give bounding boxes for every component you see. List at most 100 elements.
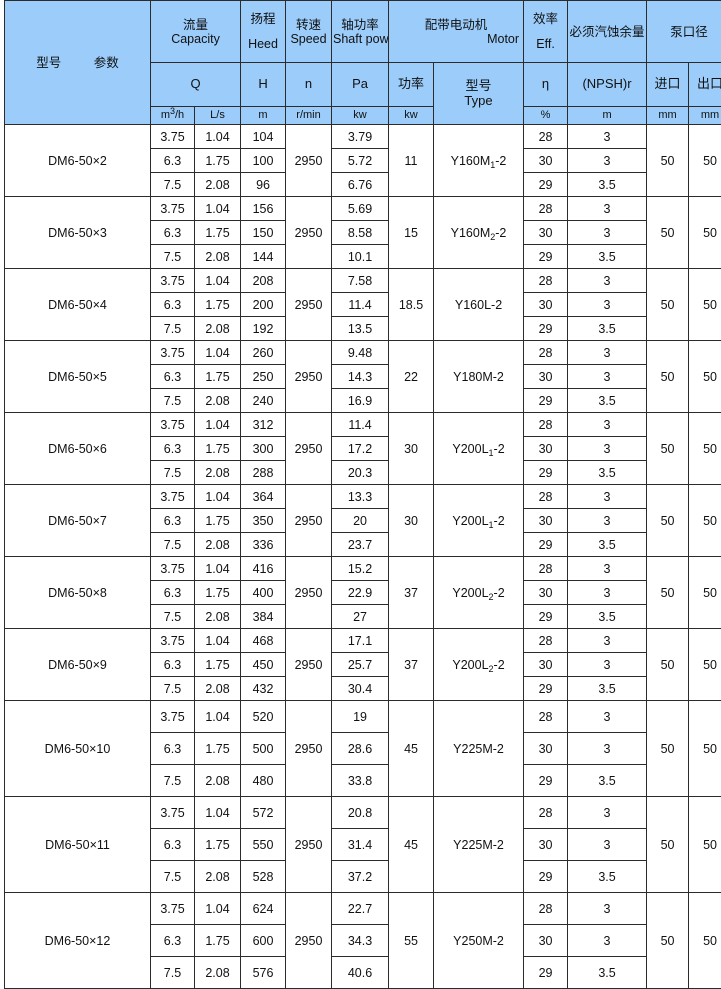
header-symbol-motor-type: 型号 Type [434,63,524,125]
cell-head: 312 [241,413,286,437]
cell-shaft-power: 28.6 [332,733,389,765]
table-row: DM6-50×33.751.0415629505.6915Y160M2-2283… [5,197,721,221]
cell-shaft-power: 37.2 [332,861,389,893]
cell-npsh: 3 [568,557,647,581]
cell-npsh: 3 [568,629,647,653]
cell-capacity-ls: 1.75 [195,829,241,861]
cell-capacity-m3h: 6.3 [151,733,195,765]
cell-efficiency: 29 [524,461,568,485]
pump-specification-table: 型号 参数 流量 Capacity 扬程 Heed [4,0,721,989]
cell-npsh: 3.5 [568,957,647,989]
header-group-speed-en: Speed [287,32,330,46]
cell-capacity-m3h: 7.5 [151,957,195,989]
cell-capacity-ls: 1.75 [195,365,241,389]
cell-head: 550 [241,829,286,861]
header-group-capacity-cn: 流量 [152,18,239,32]
cell-efficiency: 30 [524,365,568,389]
cell-npsh: 3.5 [568,765,647,797]
cell-motor-power: 30 [389,485,434,557]
table-body: DM6-50×23.751.0410429503.7911Y160M1-2283… [5,125,721,989]
cell-shaft-power: 9.48 [332,341,389,365]
header-group-npsh-cn: 必须汽蚀余量 [570,25,645,39]
cell-npsh: 3 [568,581,647,605]
cell-capacity-ls: 2.08 [195,677,241,701]
cell-efficiency: 28 [524,125,568,149]
header-group-shaft-power-en: Shaft power [333,32,387,46]
cell-npsh: 3 [568,925,647,957]
cell-head: 156 [241,197,286,221]
cell-head: 572 [241,797,286,829]
cell-shaft-power: 8.58 [332,221,389,245]
header-symbol-motor-type-cn: 型号 [435,79,522,94]
cell-npsh: 3 [568,829,647,861]
cell-efficiency: 29 [524,677,568,701]
cell-shaft-power: 14.3 [332,365,389,389]
cell-shaft-power: 11.4 [332,293,389,317]
cell-model: DM6-50×10 [5,701,151,797]
cell-capacity-ls: 2.08 [195,245,241,269]
header-symbol-eta: η [524,63,568,107]
header-group-motor-cn: 配带电动机 [390,18,522,32]
cell-efficiency: 30 [524,653,568,677]
cell-npsh: 3 [568,269,647,293]
cell-npsh: 3 [568,797,647,829]
header-group-speed-cn: 转速 [287,18,330,32]
cell-capacity-m3h: 6.3 [151,925,195,957]
cell-npsh: 3 [568,413,647,437]
cell-npsh: 3 [568,341,647,365]
cell-model: DM6-50×5 [5,341,151,413]
cell-capacity-m3h: 7.5 [151,861,195,893]
cell-efficiency: 30 [524,581,568,605]
cell-capacity-m3h: 7.5 [151,677,195,701]
cell-shaft-power: 25.7 [332,653,389,677]
cell-inlet-bore: 50 [647,557,689,629]
header-symbol-outlet: 出口 [689,63,721,107]
cell-speed: 2950 [286,197,332,269]
cell-npsh: 3 [568,149,647,173]
cell-motor-power: 11 [389,125,434,197]
cell-capacity-m3h: 3.75 [151,797,195,829]
cell-head: 300 [241,437,286,461]
cell-capacity-ls: 2.08 [195,389,241,413]
cell-efficiency: 28 [524,797,568,829]
cell-head: 364 [241,485,286,509]
cell-head: 480 [241,765,286,797]
cell-npsh: 3 [568,653,647,677]
header-group-npsh: 必须汽蚀余量 [568,1,647,63]
cell-npsh: 3 [568,509,647,533]
cell-efficiency: 30 [524,829,568,861]
cell-inlet-bore: 50 [647,413,689,485]
header-group-speed: 转速 Speed [286,1,332,63]
cell-outlet-bore: 50 [689,485,721,557]
cell-capacity-ls: 2.08 [195,957,241,989]
header-unit-q-m3h-text: m3/h [161,109,184,121]
header-group-shaft-power: 轴功率 Shaft power [332,1,389,63]
cell-motor-type: Y250M-2 [434,893,524,989]
header-group-capacity-en: Capacity [152,32,239,46]
cell-capacity-ls: 2.08 [195,533,241,557]
cell-head: 288 [241,461,286,485]
cell-capacity-ls: 1.75 [195,293,241,317]
cell-motor-power: 45 [389,797,434,893]
cell-head: 208 [241,269,286,293]
cell-efficiency: 29 [524,765,568,797]
cell-capacity-m3h: 6.3 [151,149,195,173]
cell-capacity-ls: 1.04 [195,485,241,509]
cell-efficiency: 30 [524,733,568,765]
table-header: 型号 参数 流量 Capacity 扬程 Heed [5,1,721,125]
header-group-motor-en: Motor [390,32,522,46]
cell-efficiency: 29 [524,861,568,893]
cell-npsh: 3 [568,365,647,389]
cell-speed: 2950 [286,125,332,197]
cell-model: DM6-50×2 [5,125,151,197]
header-corner-cell: 型号 参数 [5,1,151,125]
header-unit-pa: kw [332,107,389,125]
cell-capacity-ls: 1.04 [195,629,241,653]
header-unit-outlet: mm [689,107,721,125]
cell-efficiency: 29 [524,605,568,629]
header-group-head-en: Heed [242,37,284,51]
cell-shaft-power: 6.76 [332,173,389,197]
cell-capacity-m3h: 6.3 [151,437,195,461]
cell-capacity-ls: 1.04 [195,269,241,293]
cell-outlet-bore: 50 [689,341,721,413]
